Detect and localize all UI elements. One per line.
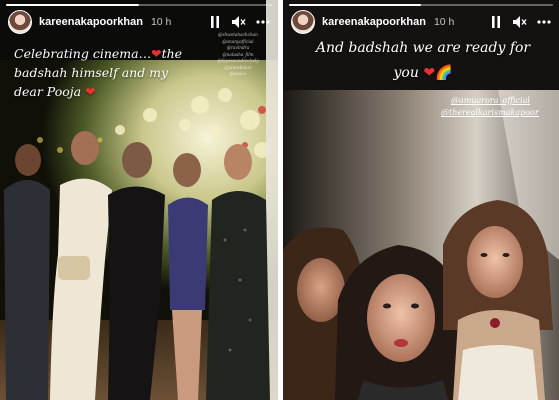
username[interactable]: kareenakapoorkhan xyxy=(39,16,143,28)
mention-tags: @shwetabachchan @ananyafficial @ravindra @n… xyxy=(202,32,274,78)
story-progress-fill xyxy=(289,4,421,6)
red-heart-emoji: ❤ xyxy=(151,46,162,61)
red-heart-emoji: ❤ xyxy=(85,84,96,99)
story-caption: And badshah we are ready for you ❤🌈 xyxy=(303,36,543,86)
avatar[interactable] xyxy=(8,10,32,34)
story-progress-fill xyxy=(6,4,139,6)
story-controls xyxy=(208,15,270,29)
caption-line-1: Celebrating cinema… xyxy=(14,46,152,61)
timestamp: 10 h xyxy=(433,16,455,28)
story-caption: Celebrating cinema…❤the badshah himself … xyxy=(14,44,199,101)
story-controls xyxy=(489,15,551,29)
story-header: kareenakapoorkhan 10 h xyxy=(8,10,270,34)
timestamp: 10 h xyxy=(150,16,172,28)
speaker-muted-icon[interactable] xyxy=(232,15,246,29)
speaker-muted-icon[interactable] xyxy=(513,15,527,29)
story-progress-bar xyxy=(289,4,553,6)
avatar[interactable] xyxy=(291,10,315,34)
story-progress-bar xyxy=(6,4,272,6)
username[interactable]: kareenakapoorkhan xyxy=(322,16,426,28)
pause-icon[interactable] xyxy=(489,15,503,29)
more-options-icon[interactable] xyxy=(256,15,270,29)
more-options-icon[interactable] xyxy=(537,15,551,29)
mention-tag-2[interactable]: @therealkarismakapoor xyxy=(441,108,539,117)
red-heart-emoji: ❤ xyxy=(423,65,436,81)
mention-tag-1[interactable]: @amuarora_official xyxy=(451,96,530,105)
rainbow-emoji: 🌈 xyxy=(435,65,453,81)
story-left[interactable]: kareenakapoorkhan 10 h Celebrating cinem… xyxy=(0,0,278,400)
mention-tag[interactable]: @peace xyxy=(202,71,274,78)
story-right[interactable]: kareenakapoorkhan 10 h And badshah we ar… xyxy=(283,0,559,400)
pause-icon[interactable] xyxy=(208,15,222,29)
story-header: kareenakapoorkhan 10 h xyxy=(291,10,551,34)
